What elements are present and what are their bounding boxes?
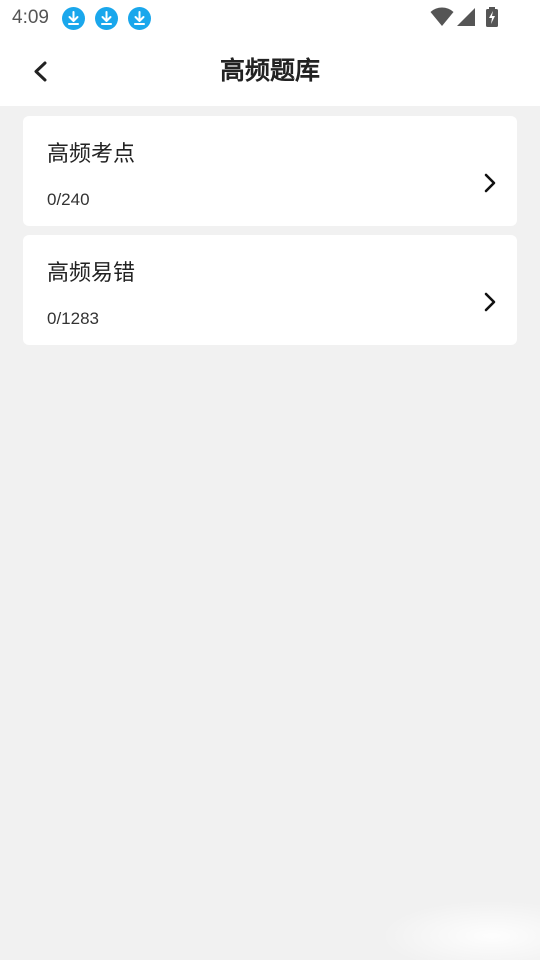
chevron-right-icon (484, 292, 496, 312)
status-time: 4:09 (12, 7, 49, 28)
wifi-icon (430, 7, 454, 31)
list-item-high-frequency-points[interactable]: 高频考点 0/240 (23, 116, 517, 226)
battery-charging-icon (485, 7, 499, 31)
item-title: 高频易错 (47, 261, 136, 286)
question-bank-list: 高频考点 0/240 高频易错 0/1283 (23, 116, 517, 354)
download-icon (128, 7, 151, 30)
screen-glare (380, 900, 540, 960)
download-icon (95, 7, 118, 30)
item-progress: 0/1283 (47, 309, 99, 328)
app-header: 4:09 高频题库 (0, 0, 540, 106)
status-bar: 4:09 (0, 0, 540, 36)
item-progress: 0/240 (47, 190, 90, 209)
page-title: 高频题库 (219, 56, 320, 85)
nav-bar: 高频题库 (0, 36, 540, 106)
back-arrow-icon (34, 61, 47, 82)
signal-icon (456, 7, 476, 31)
item-title: 高频考点 (47, 142, 136, 167)
download-icon (62, 7, 85, 30)
chevron-right-icon (484, 173, 496, 193)
list-item-high-frequency-errors[interactable]: 高频易错 0/1283 (23, 235, 517, 345)
back-button[interactable] (22, 52, 60, 90)
